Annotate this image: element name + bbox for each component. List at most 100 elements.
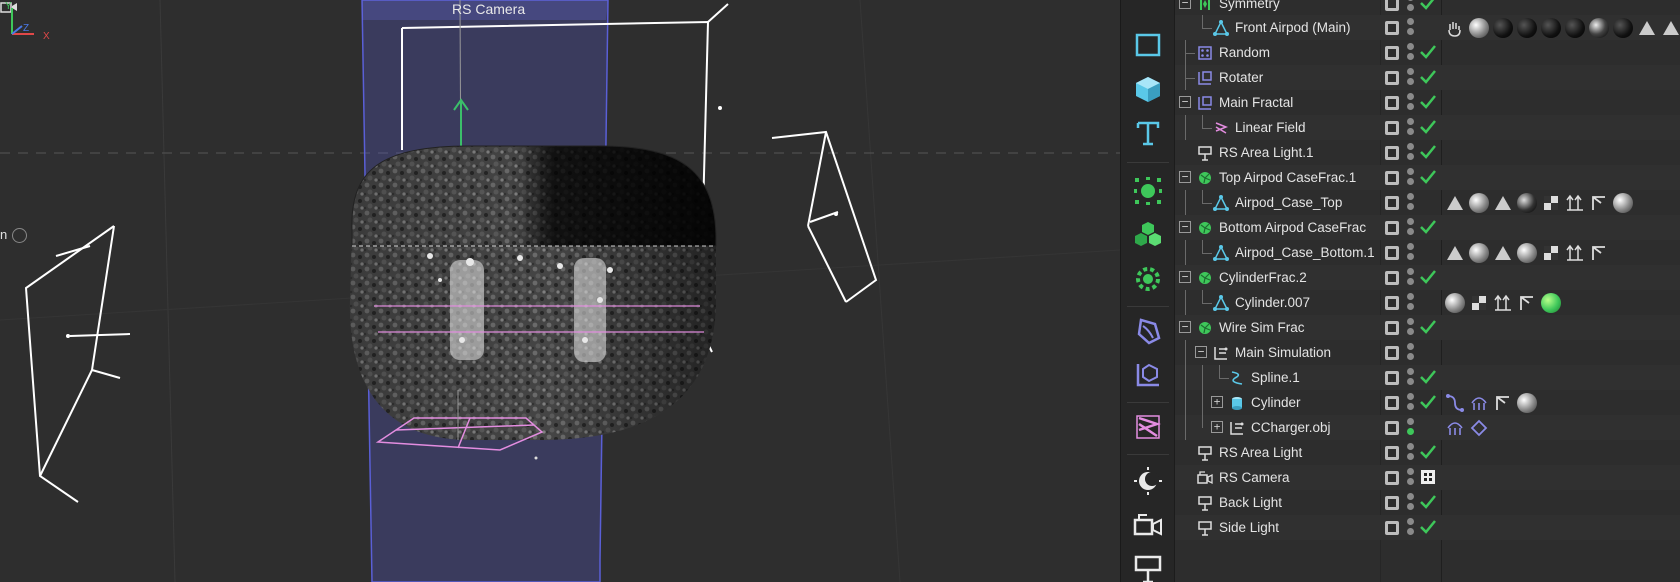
edit-mode-icon[interactable] (1385, 71, 1399, 85)
material-tag-icon[interactable] (1469, 18, 1489, 38)
check-icon[interactable] (1419, 519, 1437, 535)
collapse-toggle[interactable]: − (1179, 271, 1191, 283)
green-material-tag-icon[interactable] (1541, 293, 1561, 313)
visibility-dots[interactable] (1407, 468, 1415, 488)
edit-mode-icon[interactable] (1385, 496, 1399, 510)
phong-tag-icon[interactable] (1637, 18, 1657, 38)
collapse-toggle[interactable]: − (1179, 96, 1191, 108)
edit-mode-icon[interactable] (1385, 96, 1399, 110)
hand-tag-icon[interactable] (1445, 18, 1465, 38)
object-row-rs-camera[interactable]: RS Camera (1175, 465, 1680, 490)
selection-tag-icon[interactable] (1589, 243, 1609, 263)
visibility-dots[interactable] (1407, 68, 1415, 88)
texture-tag-icon[interactable] (1541, 243, 1561, 263)
material-tag-icon[interactable] (1493, 18, 1513, 38)
visibility-dots[interactable] (1407, 43, 1415, 63)
material-tag-icon[interactable] (1613, 193, 1633, 213)
visibility-dots[interactable] (1407, 418, 1415, 438)
edit-mode-icon[interactable] (1385, 346, 1399, 360)
protection-tag-icon[interactable] (1419, 469, 1437, 485)
collapse-toggle[interactable]: − (1179, 0, 1191, 9)
cloth-tag-icon[interactable] (1445, 418, 1465, 438)
check-icon[interactable] (1419, 69, 1437, 85)
collapse-toggle[interactable]: − (1179, 321, 1191, 333)
camera-icon[interactable] (1131, 508, 1165, 542)
object-row-front-airpod[interactable]: Front Airpod (Main) (1175, 15, 1680, 40)
selection-tag-icon[interactable] (1517, 293, 1537, 313)
visibility-dots[interactable] (1407, 243, 1415, 263)
edit-mode-icon[interactable] (1385, 321, 1399, 335)
material-tag-icon[interactable] (1613, 18, 1633, 38)
material-tag-icon[interactable] (1469, 243, 1489, 263)
uvw-tag-icon[interactable] (1565, 193, 1585, 213)
3d-viewport[interactable]: RS Camera n Y Z X (0, 0, 1120, 582)
object-row-cylinder-007[interactable]: Cylinder.007 (1175, 290, 1680, 315)
object-row-linear-field[interactable]: Linear Field (1175, 115, 1680, 140)
visibility-dots[interactable] (1407, 93, 1415, 113)
phong-tag-icon[interactable] (1445, 193, 1465, 213)
edit-mode-icon[interactable] (1385, 121, 1399, 135)
edit-mode-icon[interactable] (1385, 246, 1399, 260)
light-icon[interactable] (1131, 464, 1165, 498)
object-row-top-airpod-casefrac[interactable]: − Top Airpod CaseFrac.1 (1175, 165, 1680, 190)
uvw-tag-icon[interactable] (1493, 293, 1513, 313)
spline-dynamics-tag-icon[interactable] (1445, 393, 1465, 413)
object-row-symmetry[interactable]: − Symmetry (1175, 0, 1680, 16)
material-tag-icon[interactable] (1517, 18, 1537, 38)
phong-tag-icon[interactable] (1445, 243, 1465, 263)
deformer-icon[interactable] (1131, 314, 1165, 348)
text-icon[interactable] (1131, 116, 1165, 150)
selection-tag-icon[interactable] (1589, 193, 1609, 213)
visibility-dots[interactable] (1407, 368, 1415, 388)
visibility-dots[interactable] (1407, 268, 1415, 288)
phong-tag-icon[interactable] (1493, 243, 1513, 263)
check-icon[interactable] (1419, 169, 1437, 185)
object-row-main-simulation[interactable]: − Main Simulation (1175, 340, 1680, 365)
object-row-spline-1[interactable]: Spline.1 (1175, 365, 1680, 390)
phong-tag-icon[interactable] (1493, 193, 1513, 213)
collapse-toggle[interactable]: − (1195, 346, 1207, 358)
visibility-dots[interactable] (1407, 518, 1415, 538)
check-icon[interactable] (1419, 219, 1437, 235)
floor-icon[interactable] (1131, 552, 1165, 582)
cloth-tag-icon[interactable] (1469, 393, 1489, 413)
material-tag-icon[interactable] (1589, 18, 1609, 38)
visibility-dots[interactable] (1407, 443, 1415, 463)
material-tag-icon[interactable] (1445, 293, 1465, 313)
visibility-dots[interactable] (1407, 318, 1415, 338)
collapse-toggle[interactable]: − (1179, 221, 1191, 233)
object-row-airpod-case-bottom[interactable]: Airpod_Case_Bottom.1 (1175, 240, 1680, 265)
object-row-cylinderfrac-2[interactable]: − CylinderFrac.2 (1175, 265, 1680, 290)
visibility-dots[interactable] (1407, 493, 1415, 513)
material-tag-icon[interactable] (1565, 18, 1585, 38)
field-icon[interactable] (1131, 410, 1165, 444)
check-icon[interactable] (1419, 0, 1437, 11)
object-row-airpod-case-top[interactable]: Airpod_Case_Top (1175, 190, 1680, 215)
visibility-dots[interactable] (1407, 118, 1415, 138)
edit-mode-icon[interactable] (1385, 221, 1399, 235)
spline-icon[interactable] (1131, 358, 1165, 392)
material-tag-icon[interactable] (1469, 193, 1489, 213)
check-icon[interactable] (1419, 119, 1437, 135)
object-row-bottom-airpod-casefrac[interactable]: − Bottom Airpod CaseFrac (1175, 215, 1680, 240)
expand-toggle[interactable]: + (1211, 421, 1223, 433)
diamond-tag-icon[interactable] (1469, 418, 1489, 438)
check-icon[interactable] (1419, 269, 1437, 285)
material-tag-icon[interactable] (1517, 193, 1537, 213)
material-tag-icon[interactable] (1541, 18, 1561, 38)
check-icon[interactable] (1419, 94, 1437, 110)
material-tag-icon[interactable] (1517, 393, 1537, 413)
check-icon[interactable] (1419, 394, 1437, 410)
object-row-wire-sim-frac[interactable]: − Wire Sim Frac (1175, 315, 1680, 340)
check-icon[interactable] (1419, 319, 1437, 335)
object-row-rs-area-light-1[interactable]: RS Area Light.1 (1175, 140, 1680, 165)
edit-mode-icon[interactable] (1385, 146, 1399, 160)
object-row-cylinder[interactable]: + Cylinder (1175, 390, 1680, 415)
object-row-ccharger-obj[interactable]: + CCharger.obj (1175, 415, 1680, 440)
mograph-icon[interactable] (1131, 218, 1165, 252)
edit-mode-icon[interactable] (1385, 271, 1399, 285)
check-icon[interactable] (1419, 369, 1437, 385)
object-row-rs-area-light[interactable]: RS Area Light (1175, 440, 1680, 465)
check-icon[interactable] (1419, 44, 1437, 60)
edit-mode-icon[interactable] (1385, 296, 1399, 310)
